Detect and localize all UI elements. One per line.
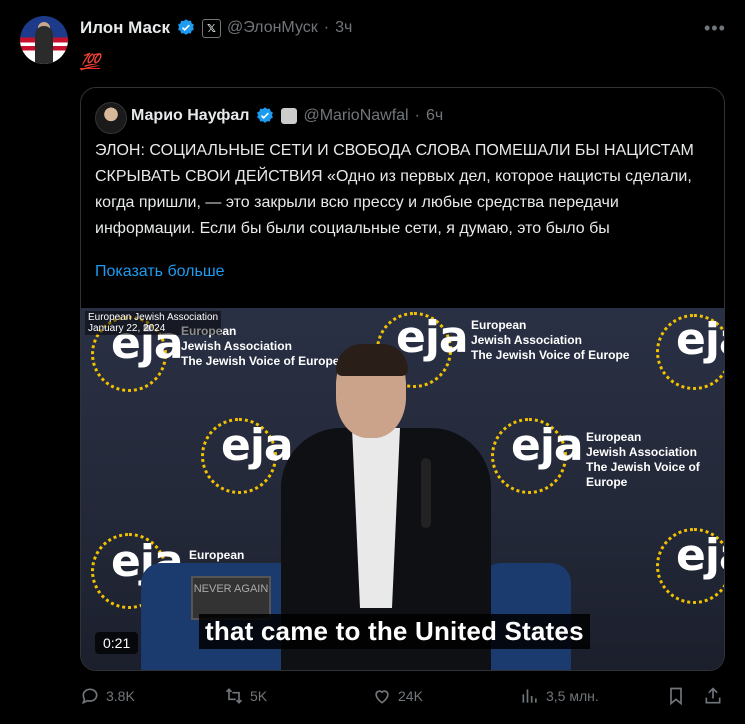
share-icon [705,687,721,704]
post-header: Илон Маск 𝕏 @ЭлонМуск · 3ч [80,18,352,38]
quoted-header: Марио Науфал @MarioNawfal · 6ч [131,106,443,126]
backdrop-logo: eja [676,530,724,581]
repost-count: 5K [250,688,268,704]
separator-dot: · [323,19,330,36]
separator-dot: · [414,107,420,124]
backdrop-logo: eja [396,312,469,363]
quoted-text: ЭЛОН: СОЦИАЛЬНЫЕ СЕТИ И СВОБОДА СЛОВА ПО… [95,142,694,237]
share-button[interactable] [703,686,723,706]
backdrop-logo-text: European Jewish Association The Jewish V… [586,430,700,489]
video-player[interactable]: eja European Jewish Association The Jewi… [81,308,724,670]
verified-icon [178,19,194,35]
post-text: 💯 [80,54,100,71]
quoted-author-avatar[interactable] [95,102,127,134]
backdrop-logo-text: European [189,548,245,562]
action-bar: 3.8K 5K 24K 3,5 млн. [80,686,725,714]
backdrop-logo: eja [221,420,294,471]
backdrop-logo: eja [511,420,584,471]
bookmark-button[interactable] [666,686,686,706]
views-icon [522,689,537,703]
quoted-author-name[interactable]: Марио Науфал [131,107,249,125]
author-handle[interactable]: @ЭлонМуск [227,19,318,37]
reply-count: 3.8K [106,688,135,704]
microphone [421,458,431,528]
x-badge-icon: 𝕏 [201,18,221,38]
repost-button[interactable]: 5K [224,686,267,706]
verified-icon [257,107,274,123]
backdrop-logo-text: European Jewish Association The Jewish V… [471,318,630,362]
author-avatar[interactable] [20,16,68,64]
repost-icon [225,688,243,704]
video-duration: 0:21 [95,632,139,654]
backdrop-logo: eja [676,314,724,365]
like-icon [375,690,389,704]
like-button[interactable]: 24K [372,686,423,706]
quoted-handle[interactable]: @MarioNawfal [303,107,408,125]
speaker-hair [336,344,408,376]
bookmark-icon [670,687,682,706]
show-more-link[interactable]: Показать больше [95,263,225,281]
reply-icon [81,688,98,705]
quoted-post[interactable]: Марио Науфал @MarioNawfal · 6ч ЭЛОН: СОЦ… [80,87,725,671]
author-name[interactable]: Илон Маск [80,18,170,38]
reply-button[interactable]: 3.8K [80,686,135,706]
like-count: 24K [398,688,423,704]
views-count: 3,5 млн. [546,688,599,704]
views-button[interactable]: 3,5 млн. [520,686,599,706]
post-time[interactable]: 3ч [335,19,352,37]
video-subtitle: that came to the United States [199,614,590,649]
more-icon[interactable]: ••• [704,18,726,39]
quoted-time[interactable]: 6ч [426,107,443,125]
affiliate-badge-icon [281,108,298,124]
video-watermark: European Jewish Association January 22, … [85,311,222,335]
